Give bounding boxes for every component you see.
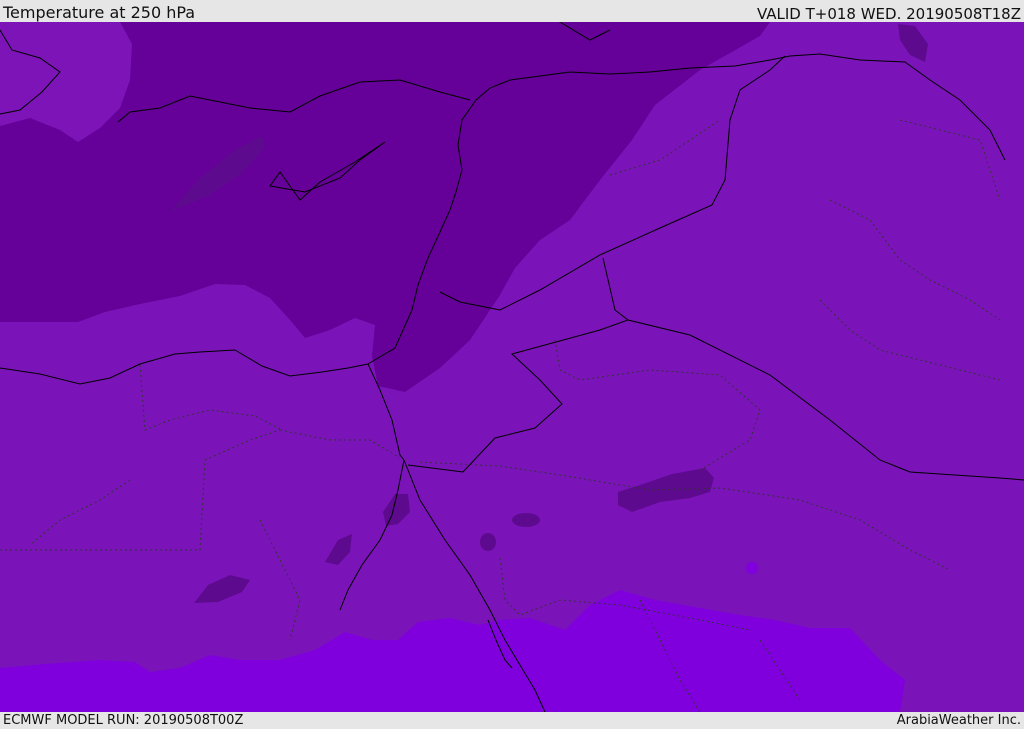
map-canvas[interactable] bbox=[0, 22, 1024, 712]
cold-pocket-small-2 bbox=[480, 533, 496, 551]
weather-map[interactable] bbox=[0, 22, 1024, 712]
valid-time: VALID T+018 WED. 20190508T18Z bbox=[756, 5, 1021, 23]
credit-text: ArabiaWeather Inc. bbox=[896, 713, 1021, 728]
header-bar: Temperature at 250 hPa VALID T+018 WED. … bbox=[0, 0, 1024, 23]
model-run: ECMWF MODEL RUN: 20190508T00Z bbox=[3, 713, 244, 728]
map-title: Temperature at 250 hPa bbox=[3, 3, 196, 22]
footer-bar: ECMWF MODEL RUN: 20190508T00Z ArabiaWeat… bbox=[0, 712, 1024, 729]
warm-spot bbox=[746, 562, 758, 574]
cold-pocket-small-1 bbox=[512, 513, 540, 527]
